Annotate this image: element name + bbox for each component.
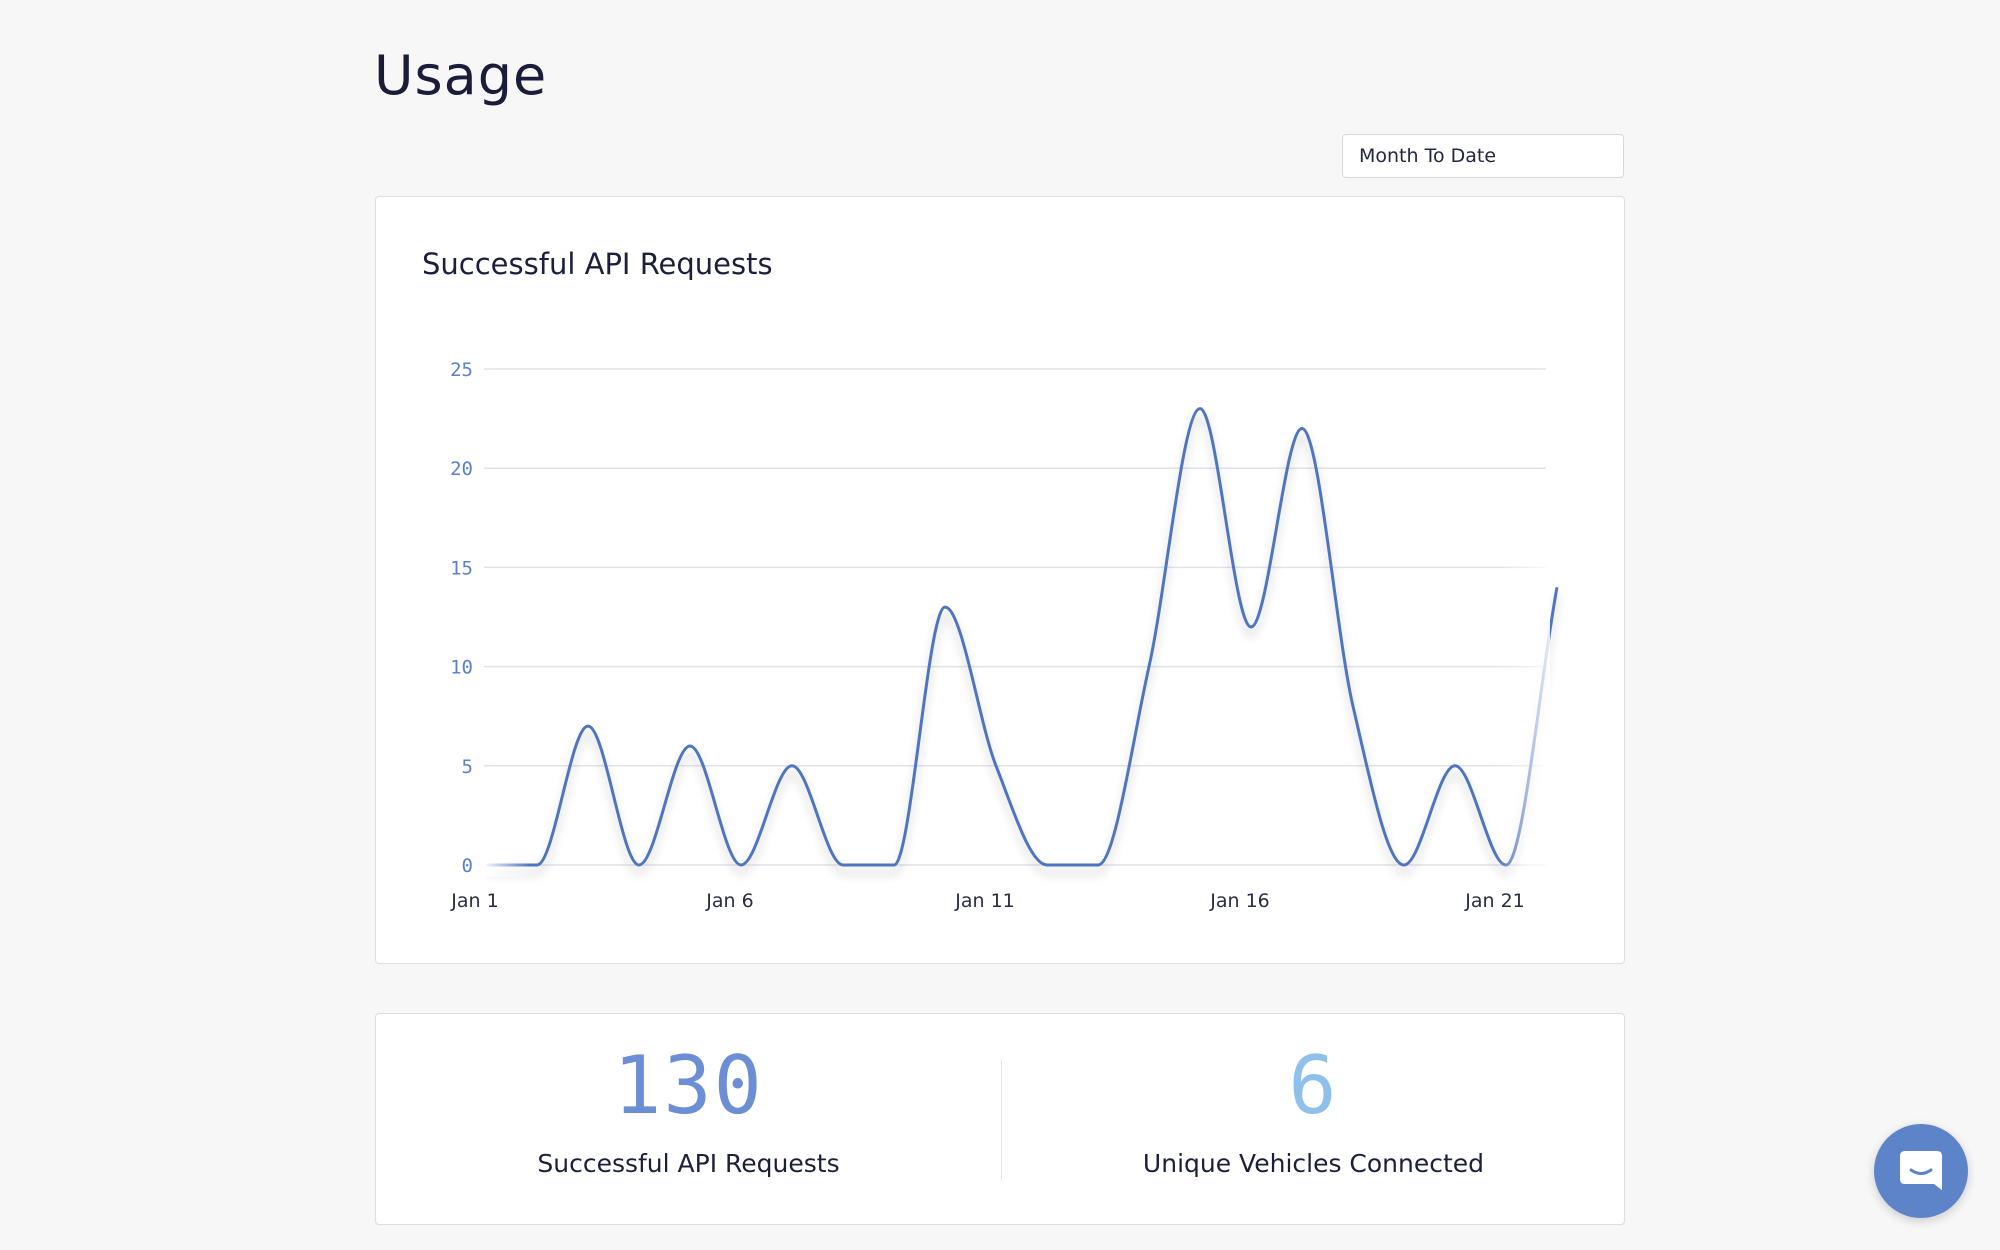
date-range-selected-label: Month To Date [1359,145,1497,167]
x-tick-label: Jan 16 [1209,890,1270,912]
vehicles-stat: 6 Unique Vehicles Connected [1001,1014,1626,1226]
date-range-select[interactable]: Month To Date [1342,134,1624,178]
series-line [486,407,1559,867]
y-tick-label: 25 [450,359,473,381]
chart-gridlines [484,368,1546,866]
series-fade-start [482,837,530,877]
y-tick-label: 10 [450,657,473,679]
api-requests-stat-label: Successful API Requests [537,1149,840,1178]
y-axis-ticks: 0 5 10 15 20 25 [450,359,473,877]
x-tick-label: Jan 6 [705,890,753,912]
x-tick-label: Jan 1 [450,890,498,912]
usage-page: Usage Month To Date Successful API Reque… [0,0,2000,1250]
api-requests-stat: 130 Successful API Requests [376,1014,1001,1226]
x-tick-label: Jan 11 [954,890,1015,912]
chart-series [482,407,1559,887]
chat-icon [1900,1151,1942,1190]
vehicles-stat-label: Unique Vehicles Connected [1142,1149,1485,1178]
y-tick-label: 5 [462,756,473,778]
y-tick-label: 0 [462,855,473,877]
usage-stats-card: 130 Successful API Requests 6 Unique Veh… [375,1013,1625,1225]
y-tick-label: 20 [450,458,473,480]
x-axis-ticks: Jan 1 Jan 6 Jan 11 Jan 16 Jan 21 [450,890,1524,912]
api-requests-chart-card: Successful API Requests 05 10 15 20 25 J… [375,196,1625,964]
series-fade-end [1496,497,1550,887]
y-tick-label: 15 [450,557,473,579]
x-tick-label: Jan 21 [1464,890,1525,912]
vehicles-count: 6 [1288,1039,1339,1132]
chat-launcher-button[interactable] [1874,1124,1968,1218]
api-requests-chart: 0 5 10 15 20 25 Jan 1 Jan 6 Jan 11 Jan 16 Jan 21 [450,359,1559,912]
page-title: Usage [374,44,548,107]
api-requests-count: 130 [613,1039,764,1132]
